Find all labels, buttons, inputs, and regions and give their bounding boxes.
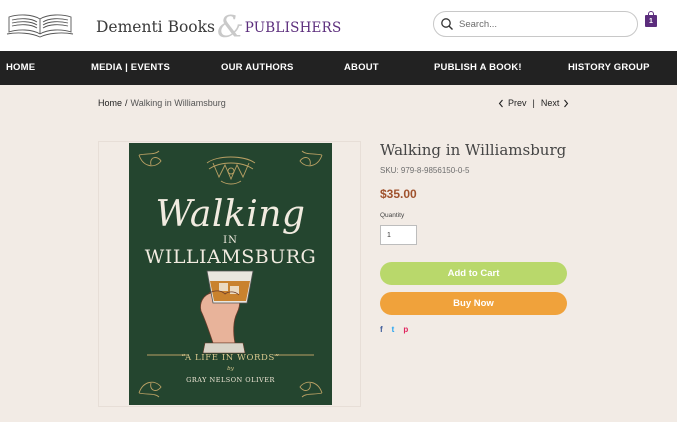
cart-bag-icon: 1 — [645, 15, 657, 27]
nav-item-publish-a-book[interactable]: PUBLISH A BOOK! — [434, 51, 522, 85]
breadcrumb-home-link[interactable]: Home — [98, 98, 122, 108]
nav-item-our-authors[interactable]: OUR AUTHORS — [221, 51, 294, 85]
main-nav: HOME MEDIA | EVENTS OUR AUTHORS ABOUT PU… — [0, 51, 677, 85]
cover-title-line2: WILLIAMSBURG — [144, 246, 317, 268]
cover-tagline: “A LIFE IN WORDS” — [181, 353, 280, 363]
brand-publishers: PUBLISHERS — [244, 20, 342, 36]
chevron-right-icon[interactable] — [563, 99, 569, 108]
next-link[interactable]: Next — [541, 98, 560, 108]
cover-title-line1: Walking — [155, 194, 306, 235]
twitter-icon[interactable]: t — [392, 325, 395, 334]
cart-count: 1 — [649, 18, 653, 25]
quantity-input[interactable] — [380, 225, 417, 245]
cart-button[interactable]: 1 — [645, 11, 657, 27]
nav-item-media-events[interactable]: MEDIA | EVENTS — [91, 51, 170, 85]
cover-by: by — [227, 366, 234, 372]
share-icons: f t p — [380, 325, 408, 334]
cover-title-in: IN — [223, 235, 238, 246]
brand-name: Dementi Books — [96, 18, 215, 36]
open-book-logo-icon[interactable] — [6, 12, 74, 38]
product-price: $35.00 — [380, 187, 417, 201]
quantity-label: Quantity — [380, 212, 405, 219]
nav-item-history-group[interactable]: HISTORY GROUP — [568, 51, 650, 85]
buy-now-button[interactable]: Buy Now — [380, 292, 567, 315]
search-box[interactable] — [433, 11, 638, 37]
product-sku: SKU: 979-8-9856150-0-5 — [380, 166, 470, 175]
breadcrumb-current: Walking in Williamsburg — [130, 98, 226, 108]
facebook-icon[interactable]: f — [380, 325, 383, 334]
product-pager: Prev | Next — [498, 98, 569, 108]
breadcrumb-separator: / — [125, 98, 128, 108]
chevron-left-icon[interactable] — [498, 99, 504, 108]
pager-divider: | — [532, 98, 535, 108]
product-title: Walking in Williamsburg — [380, 141, 567, 159]
prev-link[interactable]: Prev — [508, 98, 527, 108]
nav-item-about[interactable]: ABOUT — [344, 51, 379, 85]
product-image[interactable]: Walking IN WILLIAMSBURG “A LIFE IN WORDS… — [129, 143, 332, 405]
site-header: Dementi Books & PUBLISHERS 1 — [0, 0, 677, 51]
breadcrumb: Home / Walking in Williamsburg — [98, 98, 226, 108]
pinterest-icon[interactable]: p — [403, 325, 408, 334]
search-icon[interactable] — [440, 17, 454, 31]
brand-logo[interactable]: Dementi Books & PUBLISHERS — [96, 10, 342, 45]
search-input[interactable] — [459, 18, 629, 30]
nav-item-home[interactable]: HOME — [6, 51, 35, 85]
brand-ampersand: & — [216, 10, 244, 45]
add-to-cart-button[interactable]: Add to Cart — [380, 262, 567, 285]
cover-author: GRAY NELSON OLIVER — [186, 376, 275, 384]
